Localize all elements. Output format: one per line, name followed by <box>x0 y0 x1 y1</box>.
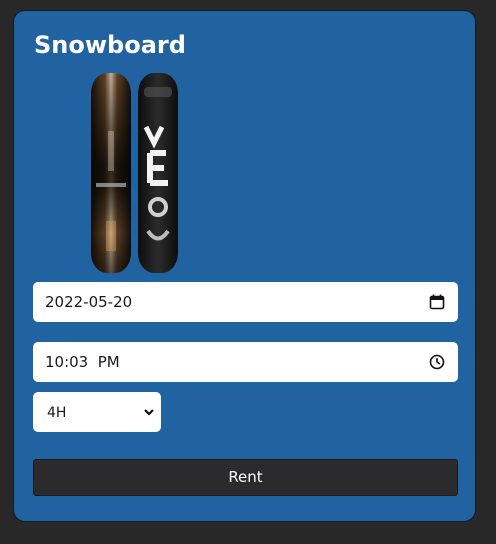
time-value: 10:03 PM <box>45 353 120 371</box>
date-input[interactable]: 2022-05-20 <box>33 282 458 322</box>
calendar-icon[interactable] <box>429 294 445 310</box>
duration-select[interactable]: 4H <box>33 392 161 432</box>
duration-selected-value: 4H <box>47 405 67 421</box>
rent-button[interactable]: Rent <box>33 459 458 496</box>
clock-icon[interactable] <box>429 354 445 370</box>
snowboard-image <box>91 73 178 273</box>
rental-card: Snowboard 2022-05-20 10:03 PM 4H Rent <box>13 10 476 522</box>
card-title: Snowboard <box>34 31 186 59</box>
chevron-down-icon <box>144 409 154 416</box>
time-input[interactable]: 10:03 PM <box>33 342 458 382</box>
date-value: 2022-05-20 <box>45 293 133 311</box>
